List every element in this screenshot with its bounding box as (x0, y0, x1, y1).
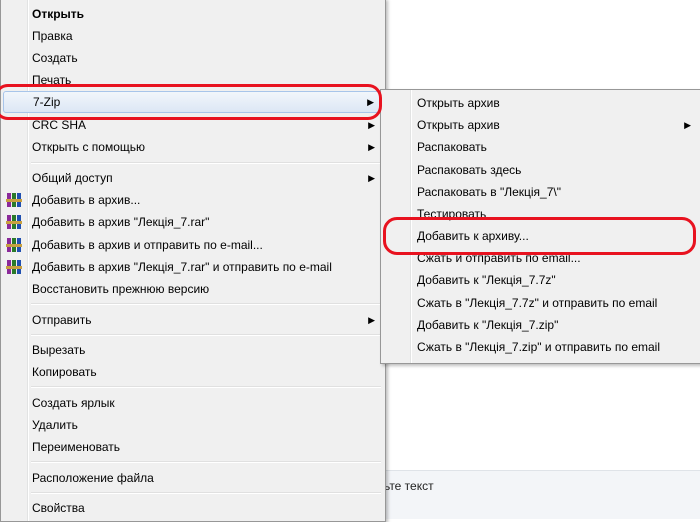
menu-item-properties[interactable]: Свойства (3, 497, 383, 519)
submenu-arrow-icon: ▶ (684, 120, 691, 130)
menu-item-share[interactable]: Общий доступ ▶ (3, 167, 383, 189)
menu-separator (31, 492, 381, 494)
menu-item-add-rar-and-email[interactable]: Добавить в архив "Лекція_7.rar" и отправ… (3, 256, 383, 278)
winrar-icon (6, 215, 22, 229)
submenu-item-extract[interactable]: Распаковать (383, 136, 699, 158)
menu-item-add-to-archive[interactable]: Добавить в архив... (3, 189, 383, 211)
menu-item-send-to[interactable]: Отправить ▶ (3, 309, 383, 331)
menu-item-add-and-email[interactable]: Добавить в архив и отправить по e-mail..… (3, 234, 383, 256)
menu-separator (31, 334, 381, 336)
menu-separator (31, 162, 381, 164)
submenu-item-compress-7z-email[interactable]: Сжать в "Лекція_7.7z" и отправить по ema… (383, 292, 699, 314)
menu-item-create-shortcut[interactable]: Создать ярлык (3, 392, 383, 414)
submenu-arrow-icon: ▶ (368, 173, 375, 183)
menu-item-copy[interactable]: Копировать (3, 361, 383, 383)
winrar-icon (6, 193, 22, 207)
highlight-circle-7zip (0, 84, 382, 120)
menu-item-edit[interactable]: Правка (3, 25, 383, 47)
menu-item-delete[interactable]: Удалить (3, 414, 383, 436)
winrar-icon (6, 238, 22, 252)
menu-separator (31, 461, 381, 463)
submenu-item-add-to-zip[interactable]: Добавить к "Лекція_7.zip" (383, 314, 699, 336)
winrar-icon (6, 260, 22, 274)
menu-item-file-location[interactable]: Расположение файла (3, 467, 383, 489)
submenu-item-extract-to-folder[interactable]: Распаковать в "Лекція_7\" (383, 181, 699, 203)
menu-separator (31, 386, 381, 388)
menu-item-open[interactable]: Открыть (3, 3, 383, 25)
submenu-item-open-archive-more[interactable]: Открыть архив ▶ (383, 114, 699, 136)
menu-item-add-to-rar[interactable]: Добавить в архив "Лекція_7.rar" (3, 211, 383, 233)
menu-item-open-with[interactable]: Открыть с помощью ▶ (3, 136, 383, 158)
menu-item-cut[interactable]: Вырезать (3, 339, 383, 361)
menu-item-new[interactable]: Создать (3, 47, 383, 69)
context-menu: Открыть Правка Создать Печать 7-Zip ▶ CRC… (0, 0, 386, 522)
background-panel (385, 470, 700, 519)
submenu-arrow-icon: ▶ (368, 315, 375, 325)
submenu-arrow-icon: ▶ (368, 142, 375, 152)
submenu-item-extract-here[interactable]: Распаковать здесь (383, 159, 699, 181)
menu-separator (31, 303, 381, 305)
submenu-item-add-to-7z[interactable]: Добавить к "Лекція_7.7z" (383, 269, 699, 291)
menu-item-rename[interactable]: Переименовать (3, 436, 383, 458)
submenu-item-open-archive[interactable]: Открыть архив (383, 92, 699, 114)
highlight-circle-add-to-archive (383, 217, 696, 255)
background-partial-text: ьте текст (384, 479, 434, 493)
menu-item-restore-previous[interactable]: Восстановить прежнюю версию (3, 278, 383, 300)
submenu-item-compress-zip-email[interactable]: Сжать в "Лекція_7.zip" и отправить по em… (383, 336, 699, 358)
